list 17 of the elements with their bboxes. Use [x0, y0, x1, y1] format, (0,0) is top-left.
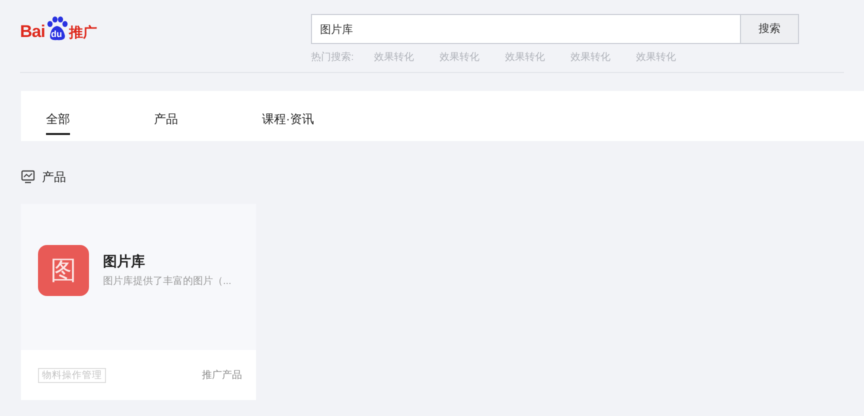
logo-suffix: 推广	[68, 23, 97, 42]
tab[interactable]: 全部	[46, 111, 70, 135]
logo[interactable]: Bai du 推广	[20, 14, 97, 42]
tag: 物料操作管理	[38, 368, 106, 382]
product-card[interactable]: 图 图片库 图片库提供了丰富的图片（... 物料操作管理 推广产品	[21, 204, 256, 400]
category-label: 推广产品	[202, 368, 242, 382]
chart-icon	[21, 170, 35, 184]
search-field[interactable]: 图片库	[311, 14, 741, 44]
search-button[interactable]: 搜索	[741, 14, 799, 44]
section-title: 产品	[42, 169, 66, 186]
hot-search-label: 热门搜索:	[311, 51, 355, 65]
tab[interactable]: 课程·资讯	[262, 111, 314, 135]
product-description: 图片库提供了丰富的图片（...	[103, 274, 232, 288]
product-title: 图片库	[103, 252, 146, 270]
product-icon: 图	[38, 244, 89, 296]
logo-text: Bai	[20, 22, 45, 42]
tab[interactable]: 产品	[154, 111, 178, 135]
